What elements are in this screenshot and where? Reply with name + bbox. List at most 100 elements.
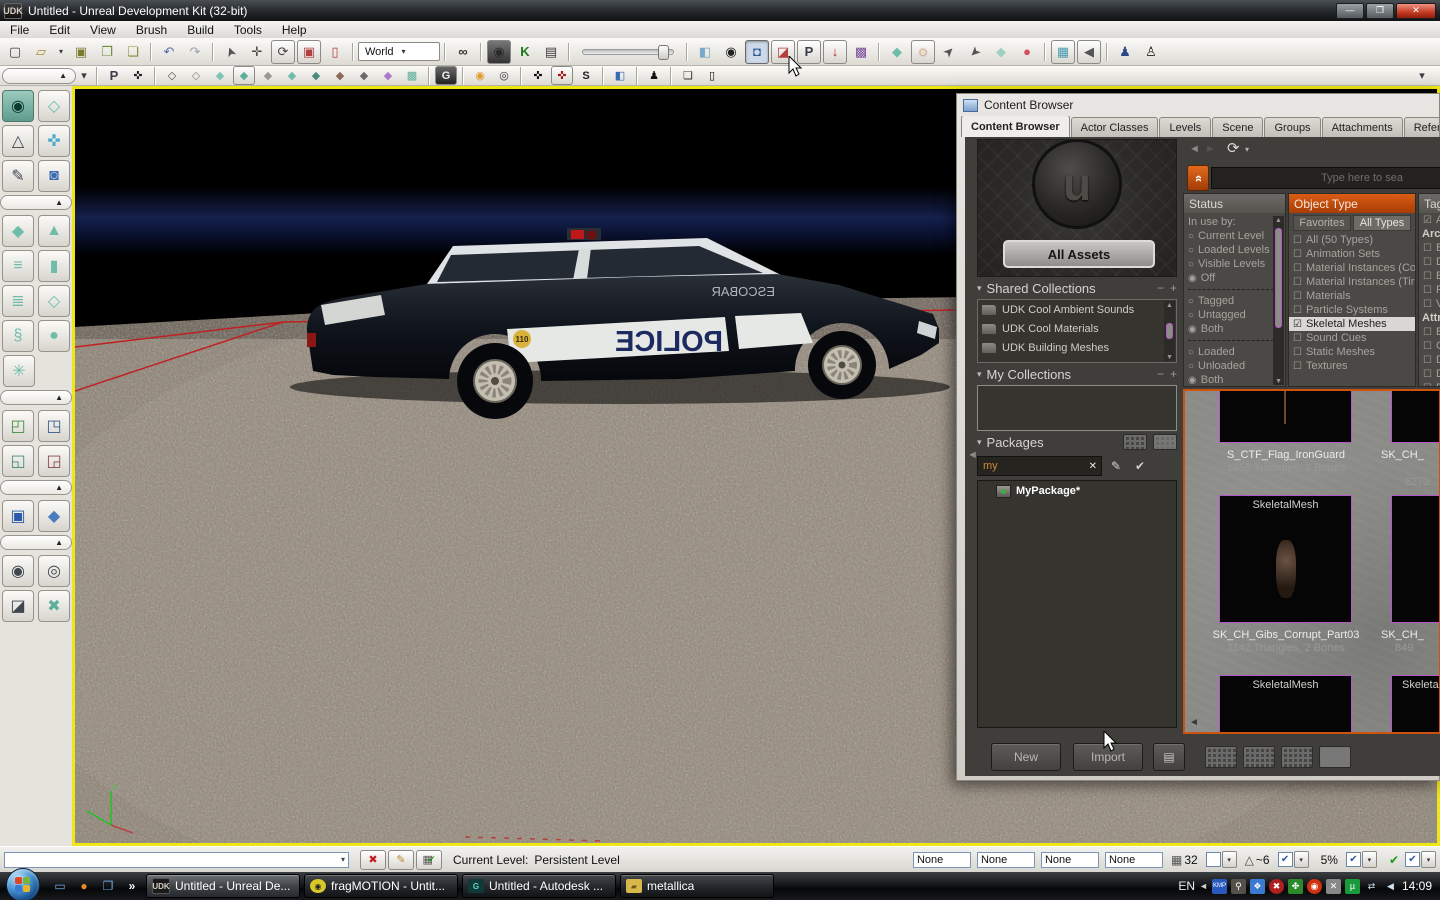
scale-snap-dropdown[interactable]: ▾ bbox=[1361, 851, 1377, 868]
collection-add-icon[interactable]: + bbox=[1170, 281, 1177, 295]
tray-updater-icon[interactable]: ❖ bbox=[1249, 878, 1265, 894]
menu-tools[interactable]: Tools bbox=[224, 21, 272, 38]
joystick-icon[interactable]: ✜ bbox=[127, 66, 149, 85]
minimize-button[interactable]: — bbox=[1336, 2, 1364, 19]
tag-item[interactable]: ☐D bbox=[1419, 255, 1440, 269]
brush-purple-icon[interactable]: ◆ bbox=[377, 66, 399, 85]
asset-name[interactable]: SK_CH_ bbox=[1381, 449, 1439, 461]
tray-messenger-icon[interactable]: ✕ bbox=[1325, 878, 1341, 894]
asset-thumbnail[interactable]: SkeletalMesh bbox=[1391, 675, 1439, 732]
p-builder-icon[interactable]: P bbox=[103, 66, 125, 85]
radio-tagged[interactable]: ○ Tagged bbox=[1184, 294, 1285, 308]
packages-header[interactable]: ▾ Packages bbox=[977, 431, 1177, 453]
tag-item[interactable]: ☐C bbox=[1419, 339, 1440, 353]
collection-add-icon[interactable]: + bbox=[1170, 367, 1177, 381]
builder-figure-icon[interactable]: ♟ bbox=[643, 66, 665, 85]
network-icon[interactable]: ⇄ bbox=[1364, 879, 1379, 894]
type-animation-sets[interactable]: ☐ Animation Sets bbox=[1289, 247, 1415, 261]
tab-levels[interactable]: Levels bbox=[1159, 117, 1212, 137]
status-field-1[interactable]: None bbox=[912, 851, 971, 868]
brush-polys-icon[interactable]: ◧ bbox=[693, 40, 717, 64]
all-assets-button[interactable]: All Assets bbox=[1003, 240, 1155, 268]
geometry-mode-icon[interactable]: ◆ bbox=[885, 40, 909, 64]
my-collections-header[interactable]: ▾ My Collections − + bbox=[977, 363, 1177, 385]
socket-snapping-icon[interactable]: ↓ bbox=[823, 39, 847, 64]
tag-item[interactable]: ☐D bbox=[1419, 353, 1440, 367]
type-skeletal-meshes[interactable]: ☑ Skeletal Meshes bbox=[1289, 317, 1415, 331]
collection-item[interactable]: UDK Cool Ambient Sounds bbox=[978, 300, 1176, 319]
view-grid-icon[interactable] bbox=[1319, 746, 1351, 768]
kismet-node2-icon[interactable]: ➤ bbox=[958, 35, 992, 69]
language-indicator[interactable]: EN bbox=[1178, 879, 1195, 893]
quick-monitor-icon[interactable]: ▦ bbox=[1051, 39, 1075, 64]
palette-collapse-4[interactable]: ▲ bbox=[0, 535, 72, 550]
camera-mode-button[interactable]: ◉ bbox=[2, 90, 34, 122]
brush-gear-icon[interactable]: ◆ bbox=[353, 66, 375, 85]
perspective-icon[interactable]: P bbox=[797, 39, 821, 64]
csg-intersect-button[interactable]: ◱ bbox=[2, 445, 34, 477]
asset-thumbnail[interactable] bbox=[1391, 391, 1439, 443]
brush-spiral-stairs-button[interactable]: § bbox=[2, 320, 34, 352]
refresh-dropdown-icon[interactable]: ▾ bbox=[1245, 145, 1249, 154]
brush-cube-wire1-icon[interactable]: ◇ bbox=[161, 66, 183, 85]
type-particle-systems[interactable]: ☐ Particle Systems bbox=[1289, 303, 1415, 317]
collection-item[interactable]: UDK Cool Materials bbox=[978, 319, 1176, 338]
asset-thumbnail[interactable] bbox=[1219, 391, 1352, 443]
tab-attachments[interactable]: Attachments bbox=[1321, 117, 1403, 137]
radio-loaded[interactable]: ○ Loaded bbox=[1184, 345, 1285, 359]
tag-item[interactable]: ☐V bbox=[1419, 297, 1440, 311]
scale-snap-checkbox[interactable]: ✔ bbox=[1345, 852, 1361, 867]
autosave-dropdown[interactable]: ▾ bbox=[1421, 851, 1436, 868]
menu-brush[interactable]: Brush bbox=[126, 21, 177, 38]
tray-kmplayer-icon[interactable]: KMP bbox=[1211, 878, 1227, 894]
radio-both-tags[interactable]: ◉ Both bbox=[1184, 322, 1285, 336]
tab-content-browser[interactable]: Content Browser bbox=[961, 116, 1070, 137]
light-p-icon[interactable]: ● bbox=[1015, 40, 1039, 64]
tray-security-icon[interactable]: ✖ bbox=[1268, 878, 1284, 894]
tab-scene[interactable]: Scene bbox=[1212, 117, 1264, 137]
volume-icon[interactable]: ◀ bbox=[1383, 879, 1398, 894]
tab-groups[interactable]: Groups bbox=[1264, 117, 1321, 137]
invert-selection-button[interactable]: ◪ bbox=[2, 590, 34, 622]
brush-cube-button[interactable]: ◆ bbox=[2, 215, 34, 247]
quicklaunch-overflow-icon[interactable]: » bbox=[123, 878, 141, 894]
translate-tool-icon[interactable]: ✛ bbox=[245, 40, 269, 64]
shared-collections-header[interactable]: ▾ Shared Collections − + bbox=[977, 277, 1177, 299]
asset-thumbnail[interactable] bbox=[1391, 495, 1439, 623]
view-list-icon[interactable] bbox=[1205, 746, 1237, 768]
palette-collapse-3[interactable]: ▲ bbox=[0, 480, 72, 495]
status-field-2[interactable]: None bbox=[976, 851, 1035, 868]
tag-item[interactable]: ☐E bbox=[1419, 381, 1440, 386]
texture-align-button[interactable]: ✜ bbox=[38, 125, 70, 157]
radio-untagged[interactable]: ○ Untagged bbox=[1184, 308, 1285, 322]
asset-name[interactable]: SK_CH_ bbox=[1381, 629, 1439, 641]
tags-all-checkbox[interactable]: ☑Al bbox=[1419, 213, 1440, 227]
palette-collapse-2[interactable]: ▲ bbox=[0, 390, 72, 405]
menu-build[interactable]: Build bbox=[177, 21, 224, 38]
auto-save-button[interactable]: ▦ ✔ bbox=[416, 849, 442, 870]
redo-icon[interactable]: ↷ bbox=[183, 40, 207, 64]
geometry-cube-button[interactable]: ◇ bbox=[38, 90, 70, 122]
quicklaunch-app-icon[interactable]: ● bbox=[75, 878, 93, 894]
apply-filter-icon[interactable]: ✔ bbox=[1130, 457, 1150, 475]
edit-filter-icon[interactable]: ✎ bbox=[1106, 457, 1126, 475]
menu-view[interactable]: View bbox=[80, 21, 126, 38]
asset-name[interactable]: S_CTF_Flag_IronGuard bbox=[1201, 449, 1371, 461]
lock-icon[interactable]: ◉ bbox=[469, 66, 491, 85]
asset-search-input[interactable]: Type here to sea bbox=[1211, 167, 1440, 189]
favorites-tab[interactable]: Favorites bbox=[1293, 215, 1351, 231]
static-mesh-mode-button[interactable]: ◙ bbox=[38, 160, 70, 192]
new-file-icon[interactable]: ▢ bbox=[3, 40, 27, 64]
tray-opera-icon[interactable]: ◉ bbox=[1306, 878, 1322, 894]
radio-current-level[interactable]: ○ Current Level bbox=[1184, 229, 1285, 243]
tab-references[interactable]: References bbox=[1403, 117, 1439, 137]
asset-thumbnail[interactable]: SkeletalMesh bbox=[1219, 495, 1352, 623]
actor-search-combobox[interactable]: ▾ bbox=[4, 851, 349, 868]
menu-help[interactable]: Help bbox=[272, 21, 317, 38]
taskbar-button-fragmotion[interactable]: ◉ fragMOTION - Untit... bbox=[304, 874, 458, 898]
show-selected-button[interactable]: ◉ bbox=[2, 555, 34, 587]
grid-snap-dropdown[interactable]: ▾ bbox=[1221, 851, 1237, 868]
clear-selection-button[interactable]: ✖ bbox=[360, 849, 386, 870]
menu-edit[interactable]: Edit bbox=[39, 21, 80, 38]
csg-subtract-button[interactable]: ◳ bbox=[38, 410, 70, 442]
